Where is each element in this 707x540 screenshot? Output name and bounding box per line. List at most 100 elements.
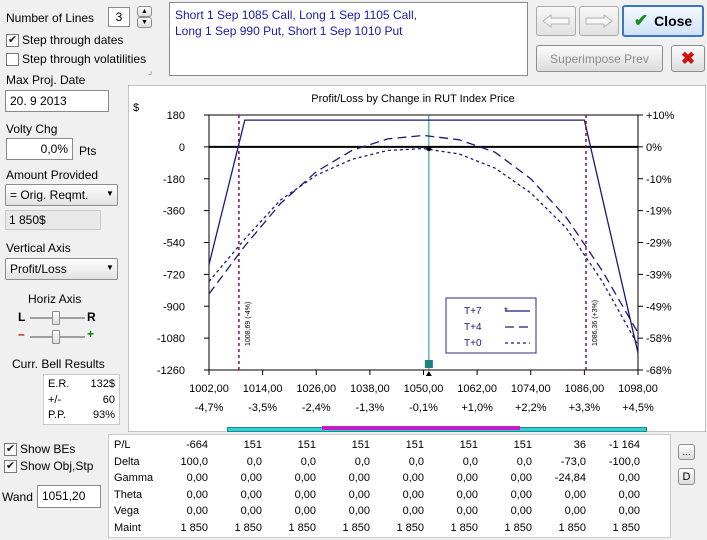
number-of-lines-input[interactable]: 3 [108,7,130,27]
table-cell: -100,0 [608,455,640,468]
table-cell: 0,00 [456,472,478,485]
bell-pp-key: P.P. [48,409,66,421]
x-tick-label: 1026,00 [296,383,336,395]
x-tick-label: 1098,00 [618,383,658,395]
show-obj-checkbox[interactable]: ✔ [4,460,17,473]
forward-button[interactable] [579,6,619,36]
spin-up-icon[interactable]: ▲ [137,6,152,17]
horiz-axis-label: Horiz Axis [28,292,82,306]
legend-marker-icon: * [504,306,508,317]
range-bar-magenta [322,426,520,430]
table-cell: 0,00 [294,472,316,485]
table-cell: 0,0 [462,455,478,468]
delete-button[interactable]: ✖ [671,45,705,72]
strategy-line-1: Short 1 Sep 1085 Call, Long 1 Sep 1105 C… [175,8,417,22]
y2-tick-label: -68% [646,365,672,377]
resize-grip-icon[interactable]: ⌟ [148,66,164,76]
amount-value: 1 850$ [5,210,101,230]
profit-loss-chart[interactable]: Profit/Loss by Change in RUT Index Price… [128,85,706,432]
superimpose-prev-button[interactable]: Superimpose Prev [536,45,663,72]
close-button[interactable]: ✔ Close [622,5,704,37]
show-bes-checkbox[interactable]: ✔ [4,443,17,456]
row-header: Theta [114,488,143,501]
row-header: Gamma [114,472,154,485]
table-cell: 0,0 [408,455,424,468]
table-cell: 1 850 [234,521,262,534]
x-tick-label: 1014,00 [243,383,283,395]
x-pct-label: +4,5% [622,402,654,414]
table-cell: 1 850 [504,521,532,534]
horiz-zoom-slider-thumb[interactable] [52,330,60,344]
step-dates-label: Step through dates [22,33,124,47]
y-tick-label: -540 [163,238,185,250]
table-cell: 151 [297,439,316,452]
table-cell: 0,00 [456,488,478,501]
horiz-plus-label: + [87,327,95,341]
table-row: Delta 100,0 0,0 0,0 0,0 0,0 0,0 0,0 -73,0 -100,0 [112,454,640,471]
table-cell: 0,00 [240,488,262,501]
y2-tick-label: -10% [646,174,672,186]
volty-chg-label: Volty Chg [6,122,58,136]
breakeven-label: 1086,36 (+3%) [592,300,599,346]
y2-tick-label: -49% [646,301,672,313]
number-of-lines-spinner[interactable]: ▲ ▼ [137,6,152,28]
y2-tick-label: -29% [646,238,672,250]
x-pct-label: -2,4% [302,402,331,414]
bell-results-label: Curr. Bell Results [12,357,105,371]
table-cell: -664 [185,439,208,452]
table-cell: 0,00 [402,472,424,485]
table-cell: 0,00 [348,488,370,501]
row-header: P/L [114,439,131,452]
ellipsis-button[interactable]: ... [678,444,695,460]
table-cell: 0,00 [564,488,586,501]
y-tick-label: -180 [163,174,185,186]
step-dates-checkbox[interactable]: ✔ [6,34,19,47]
table-cell: 151 [243,439,262,452]
table-cell: -24,84 [554,472,586,485]
y-tick-label: -1260 [157,365,185,377]
horiz-lr-slider-thumb[interactable] [52,311,60,325]
d-button[interactable]: D [678,468,695,485]
x-pct-label: +2,2% [515,402,547,414]
wand-input[interactable]: 1051,20 [37,485,101,508]
bell-pm-value: 60 [102,394,115,406]
table-cell: 0,00 [186,472,208,485]
table-cell: 0,00 [294,505,316,518]
strategy-description[interactable]: Short 1 Sep 1085 Call, Long 1 Sep 1105 C… [169,2,528,76]
table-cell: 0,00 [618,505,640,518]
table-cell: 1 850 [450,521,478,534]
table-cell: 151 [351,439,370,452]
vertical-axis-select[interactable]: Profit/Loss ▼ [5,258,118,280]
step-vols-checkbox[interactable] [6,53,19,66]
y-tick-label: -1080 [157,333,185,345]
row-header: Delta [114,455,140,468]
vertical-axis-label: Vertical Axis [6,241,71,255]
close-label: Close [654,13,693,29]
amount-provided-select[interactable]: = Orig. Reqmt. ▼ [5,184,118,206]
legend-t7-label: T+7 [464,306,482,317]
x-pct-label: -0,1% [409,402,438,414]
chart-legend[interactable]: T+7 T+4 T+0 * [445,297,537,354]
back-button[interactable] [536,6,576,36]
table-cell: 0,0 [300,455,316,468]
wand-label: Wand [2,490,33,504]
volty-chg-input[interactable]: 0,0% [6,138,73,160]
bell-results-box: E.R. 132$ +/- 60 P.P. 93% [43,374,120,425]
x-tick-label: 1086,00 [564,383,604,395]
table-cell: 0,00 [402,505,424,518]
table-cell: 0,00 [510,488,532,501]
table-cell: 0,00 [348,505,370,518]
table-cell: 100,0 [180,455,208,468]
table-row: Vega 0,00 0,00 0,00 0,00 0,00 0,00 0,00 0,00 0,00 [112,503,640,520]
table-cell: 1 850 [558,521,586,534]
bell-er-value: 132$ [90,378,115,390]
table-cell: 1 850 [180,521,208,534]
table-cell: 0,00 [510,505,532,518]
table-cell: 0,00 [348,472,370,485]
max-proj-date-input[interactable]: 20. 9 2013 [5,90,109,112]
amount-provided-label: Amount Provided [6,168,99,182]
table-row: P/L -664 151 151 151 151 151 151 36 -1 164 [112,437,640,454]
y2-tick-label: +10% [646,110,675,122]
table-cell: 151 [459,439,478,452]
spin-down-icon[interactable]: ▼ [137,17,152,28]
